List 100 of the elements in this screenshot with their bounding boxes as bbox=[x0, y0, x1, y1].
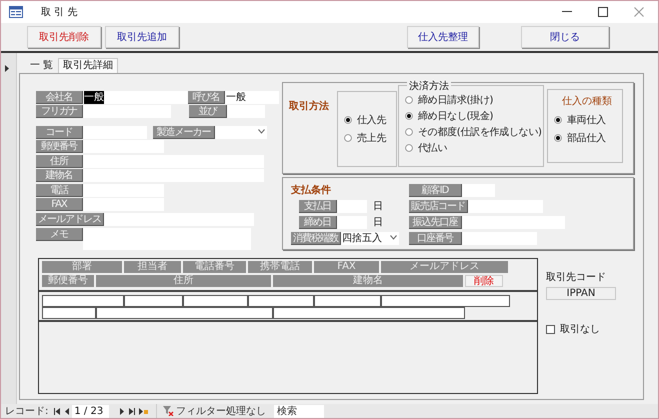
column-header: 建物名 bbox=[273, 275, 463, 287]
input-field[interactable] bbox=[83, 105, 171, 118]
input-field[interactable] bbox=[462, 232, 537, 244]
column-header: 電話番号 bbox=[183, 261, 246, 273]
close-icon[interactable] bbox=[634, 7, 644, 17]
record-selector-icon[interactable] bbox=[5, 65, 9, 72]
dropdown-field[interactable] bbox=[215, 126, 267, 139]
column-header: メールアドレス bbox=[381, 261, 508, 273]
input-field[interactable] bbox=[83, 198, 164, 211]
field-label: 住所 bbox=[36, 155, 83, 168]
tab[interactable]: 一 覧 bbox=[25, 58, 58, 73]
field-label: 電話 bbox=[36, 184, 83, 197]
field-label: 会社名 bbox=[36, 91, 83, 104]
toolbar-button[interactable]: 仕入先整理 bbox=[407, 26, 479, 48]
column-header: FAX bbox=[314, 261, 379, 273]
input-field[interactable] bbox=[42, 295, 124, 307]
input-field[interactable] bbox=[248, 295, 314, 307]
toolbar-button[interactable]: 取引先追加 bbox=[105, 26, 179, 48]
field-label: メモ bbox=[36, 228, 83, 241]
field-label: 支払日 bbox=[299, 200, 337, 212]
input-field[interactable] bbox=[337, 216, 367, 228]
input-field[interactable] bbox=[468, 200, 543, 212]
toolbar-button[interactable]: 取引先削除 bbox=[27, 26, 101, 48]
section-title: 支払条件 bbox=[291, 184, 331, 197]
option-label: 売上先 bbox=[357, 132, 386, 145]
code-field: IPPAN bbox=[546, 287, 616, 300]
tab[interactable]: 取引先詳細 bbox=[58, 58, 118, 73]
input-field[interactable]: 一般 bbox=[83, 91, 188, 104]
first-record-icon[interactable] bbox=[52, 405, 62, 417]
field-label: メールアドレス bbox=[36, 213, 104, 226]
radio-icon[interactable] bbox=[405, 96, 413, 104]
radio-icon[interactable] bbox=[344, 134, 352, 142]
memo-field[interactable] bbox=[83, 228, 251, 250]
option-label: 締め日なし(現金) bbox=[418, 110, 494, 123]
form-icon bbox=[9, 6, 23, 18]
column-header: 携帯電話 bbox=[248, 261, 312, 273]
section-title: 取引方法 bbox=[289, 99, 330, 114]
checkbox-label: 取引なし bbox=[560, 323, 600, 336]
radio-icon[interactable] bbox=[344, 116, 352, 124]
column-header: 郵便番号 bbox=[42, 275, 94, 287]
field-label: 消費税端数 bbox=[291, 232, 341, 244]
column-header: 住所 bbox=[96, 275, 271, 287]
minimize-icon[interactable] bbox=[562, 11, 572, 13]
caret-icon bbox=[258, 129, 265, 134]
input-field[interactable] bbox=[314, 295, 381, 307]
input-field[interactable] bbox=[227, 105, 265, 118]
maximize-icon[interactable] bbox=[598, 7, 608, 17]
input-field[interactable] bbox=[124, 295, 183, 307]
radio-icon[interactable] bbox=[405, 144, 413, 152]
radio-icon[interactable] bbox=[405, 112, 413, 120]
group-title: 仕入の種類 bbox=[562, 94, 613, 108]
option-label: 締め日請求(掛け) bbox=[418, 94, 494, 107]
field-label: 顧客ID bbox=[409, 184, 462, 196]
group-title: 決済方法 bbox=[407, 79, 451, 93]
input-field[interactable] bbox=[83, 155, 264, 168]
unit-label: 日 bbox=[373, 216, 383, 229]
field-label: 振込先口座 bbox=[409, 216, 462, 228]
input-field[interactable] bbox=[83, 126, 147, 139]
option-label: その都度(仕訳を作成しない) bbox=[418, 126, 542, 139]
input-field[interactable] bbox=[96, 307, 273, 319]
field-label: 取引先コード bbox=[546, 270, 607, 284]
field-label: 郵便番号 bbox=[36, 140, 83, 153]
field-label: フリガナ bbox=[36, 105, 83, 118]
new-record-icon[interactable] bbox=[137, 405, 150, 417]
radio-icon[interactable] bbox=[405, 128, 413, 136]
input-field[interactable] bbox=[83, 140, 164, 153]
column-header: 部署 bbox=[42, 261, 122, 273]
field-label: 並び bbox=[189, 105, 227, 118]
input-field[interactable] bbox=[183, 295, 248, 307]
input-field[interactable]: 一般 bbox=[225, 91, 279, 104]
option-label: 代払い bbox=[418, 142, 448, 155]
record-label: レコード: bbox=[5, 405, 48, 418]
checkbox[interactable] bbox=[546, 324, 555, 334]
toolbar-button[interactable]: 閉じる bbox=[521, 26, 609, 48]
field-label: FAX bbox=[36, 198, 83, 211]
input-field[interactable] bbox=[381, 295, 510, 307]
input-field[interactable] bbox=[462, 184, 495, 196]
input-field[interactable] bbox=[83, 184, 164, 197]
field-label: 呼び名 bbox=[188, 91, 225, 104]
caret-icon bbox=[390, 234, 397, 240]
radio-icon[interactable] bbox=[554, 134, 562, 142]
input-field[interactable] bbox=[42, 307, 96, 319]
input-field[interactable] bbox=[273, 307, 465, 319]
search-field[interactable]: 検索 bbox=[274, 404, 324, 418]
option-label: 仕入先 bbox=[357, 114, 386, 127]
record-position-field[interactable]: 1 / 23 bbox=[72, 404, 110, 418]
field-label: 建物名 bbox=[36, 169, 83, 182]
column-header: 担当者 bbox=[124, 261, 181, 273]
dropdown-field[interactable]: 四捨五入 bbox=[341, 232, 399, 244]
input-field[interactable] bbox=[104, 213, 254, 226]
input-field[interactable] bbox=[337, 200, 367, 212]
clear-filter-icon bbox=[163, 406, 174, 416]
field-label: コード bbox=[36, 126, 83, 139]
field-label: 口座番号 bbox=[409, 232, 462, 244]
radio-icon[interactable] bbox=[554, 116, 562, 124]
input-field[interactable] bbox=[462, 216, 565, 228]
delete-button[interactable]: 削除 bbox=[465, 275, 503, 287]
unit-label: 日 bbox=[373, 200, 383, 213]
input-field[interactable] bbox=[83, 169, 264, 182]
window-title: 取 引 先 bbox=[41, 6, 78, 19]
